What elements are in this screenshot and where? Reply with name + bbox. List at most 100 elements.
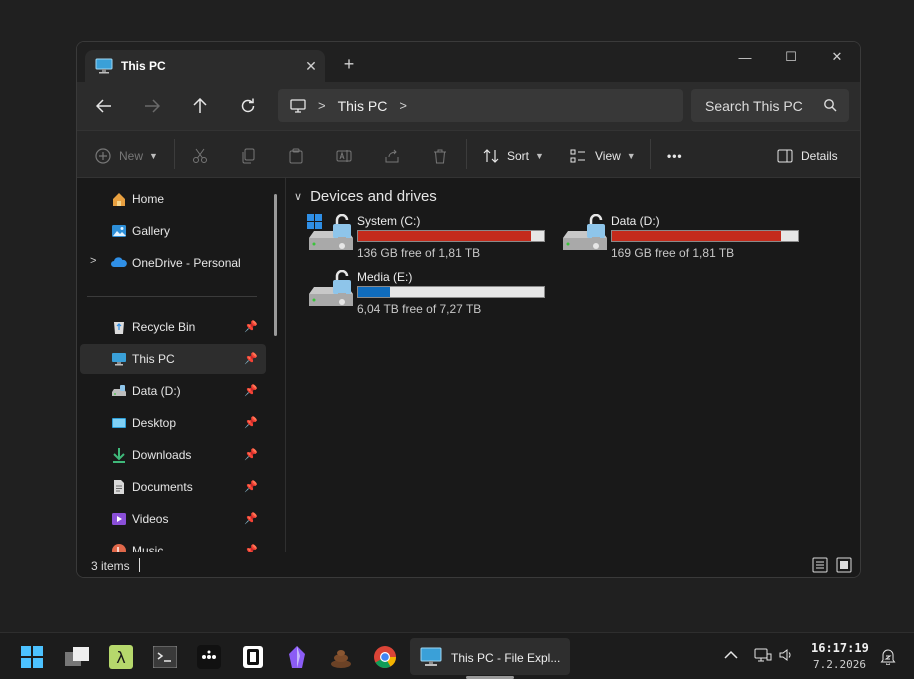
sidebar-item-gallery[interactable]: Gallery bbox=[80, 216, 266, 246]
chevron-down-icon: ∨ bbox=[294, 191, 303, 203]
drive-tile-media-e[interactable]: Media (E:) 6,04 TB free of 7,27 TB bbox=[307, 270, 547, 320]
taskbar-app-notion[interactable] bbox=[241, 645, 265, 669]
active-app-label: This PC - File Expl... bbox=[451, 651, 561, 665]
new-button[interactable]: New ▼ bbox=[95, 145, 158, 167]
delete-button[interactable] bbox=[432, 145, 448, 167]
cut-button[interactable] bbox=[192, 145, 208, 167]
up-button[interactable] bbox=[188, 94, 212, 118]
tab-this-pc[interactable]: This PC ✕ bbox=[85, 50, 325, 82]
windows-logo-icon bbox=[21, 646, 43, 668]
taskbar-app-dots[interactable] bbox=[197, 645, 221, 669]
sidebar-item-home[interactable]: Home bbox=[80, 184, 266, 214]
drive-free-space: 136 GB free of 1,81 TB bbox=[357, 246, 481, 260]
pin-icon[interactable]: 📌 bbox=[244, 480, 258, 493]
taskbar-app-lambda[interactable]: λ bbox=[109, 645, 133, 669]
pin-icon[interactable]: 📌 bbox=[244, 448, 258, 461]
title-bar: This PC ✕ + — ☐ ✕ bbox=[77, 42, 860, 82]
sidebar-item-label: Gallery bbox=[132, 224, 171, 238]
pc-icon bbox=[95, 58, 113, 74]
pc-icon bbox=[112, 353, 126, 366]
search-icon bbox=[824, 99, 837, 112]
taskbar-app-poop[interactable] bbox=[329, 645, 353, 669]
share-icon bbox=[385, 149, 399, 163]
breadcrumb-this-pc[interactable]: This PC bbox=[338, 98, 388, 114]
pin-icon[interactable]: 📌 bbox=[244, 512, 258, 525]
sidebar-item-label: Data (D:) bbox=[132, 384, 181, 398]
rename-button[interactable] bbox=[336, 145, 352, 167]
taskbar-app-terminal[interactable] bbox=[153, 645, 177, 669]
pin-icon[interactable]: 📌 bbox=[244, 544, 258, 552]
sidebar-scrollbar[interactable] bbox=[274, 194, 277, 336]
taskbar-app-chrome[interactable] bbox=[373, 645, 397, 669]
forward-button[interactable] bbox=[140, 94, 164, 118]
new-tab-button[interactable]: + bbox=[339, 54, 359, 75]
drive-tile-data-d[interactable]: Data (D:) 169 GB free of 1,81 TB bbox=[561, 214, 801, 264]
poop-emoji-icon bbox=[331, 650, 351, 668]
more-options-button[interactable]: ••• bbox=[667, 145, 683, 167]
sidebar-item-desktop[interactable]: Desktop 📌 bbox=[80, 408, 266, 438]
paste-button[interactable] bbox=[288, 145, 304, 167]
sidebar-item-onedrive[interactable]: > OneDrive - Personal bbox=[80, 248, 266, 278]
address-bar[interactable]: > This PC > bbox=[278, 89, 683, 122]
music-icon bbox=[112, 544, 126, 552]
close-button[interactable]: ✕ bbox=[814, 42, 860, 72]
chevron-right-icon[interactable]: > bbox=[90, 255, 96, 267]
drive-tile-system-c[interactable]: System (C:) 136 GB free of 1,81 TB bbox=[307, 214, 547, 264]
notifications-button[interactable] bbox=[880, 647, 896, 668]
pin-icon[interactable]: 📌 bbox=[244, 320, 258, 333]
sidebar-item-label: Desktop bbox=[132, 416, 177, 430]
taskbar-app-obsidian[interactable] bbox=[285, 645, 309, 669]
view-button[interactable]: View ▼ bbox=[570, 145, 636, 167]
sidebar-item-label: Downloads bbox=[132, 448, 192, 462]
share-button[interactable] bbox=[384, 145, 400, 167]
dots-app-icon bbox=[197, 645, 221, 669]
command-bar: New ▼ Sort ▼ View ▼ ••• Details bbox=[77, 130, 860, 178]
content-area: ∨ Devices and drives System (C:) 136 GB … bbox=[286, 178, 860, 552]
volume-icon[interactable] bbox=[778, 647, 794, 666]
search-placeholder: Search This PC bbox=[705, 97, 803, 114]
windows-drive-icon bbox=[307, 214, 353, 250]
plus-circle-icon bbox=[95, 148, 111, 164]
scissors-icon bbox=[193, 148, 207, 163]
pin-icon[interactable]: 📌 bbox=[244, 384, 258, 397]
tiles-view-icon[interactable] bbox=[836, 557, 852, 573]
tab-close-button[interactable]: ✕ bbox=[297, 58, 325, 75]
details-pane-button[interactable]: Details bbox=[777, 145, 838, 167]
details-label: Details bbox=[801, 149, 838, 163]
drive-free-space: 6,04 TB free of 7,27 TB bbox=[357, 302, 482, 316]
tab-title: This PC bbox=[121, 59, 166, 73]
group-header-devices[interactable]: ∨ Devices and drives bbox=[294, 188, 437, 205]
sidebar-item-downloads[interactable]: Downloads 📌 bbox=[80, 440, 266, 470]
details-view-icon[interactable] bbox=[812, 557, 828, 573]
minimize-button[interactable]: — bbox=[722, 42, 768, 72]
sidebar-item-documents[interactable]: Documents 📌 bbox=[80, 472, 266, 502]
maximize-button[interactable]: ☐ bbox=[768, 42, 814, 72]
copy-button[interactable] bbox=[240, 145, 256, 167]
sidebar-item-music[interactable]: Music 📌 bbox=[80, 536, 266, 552]
breadcrumb-chevron-icon[interactable]: > bbox=[399, 98, 407, 113]
clock-time[interactable]: 16:17:19 bbox=[811, 641, 869, 655]
sidebar-item-this-pc[interactable]: This PC 📌 bbox=[80, 344, 266, 374]
taskbar-app-file-explorer[interactable]: This PC - File Expl... bbox=[410, 638, 570, 675]
pin-icon[interactable]: 📌 bbox=[244, 416, 258, 429]
sidebar-item-videos[interactable]: Videos 📌 bbox=[80, 504, 266, 534]
search-box[interactable]: Search This PC bbox=[691, 89, 849, 122]
navigation-pane: Home Gallery > OneDrive - Personal Recyc… bbox=[77, 178, 275, 552]
refresh-icon bbox=[241, 98, 255, 113]
clock-date[interactable]: 7.2.2026 bbox=[813, 658, 866, 671]
refresh-button[interactable] bbox=[236, 94, 260, 118]
pin-icon[interactable]: 📌 bbox=[244, 352, 258, 365]
tray-overflow-chevron-icon[interactable] bbox=[724, 648, 738, 663]
details-pane-icon bbox=[777, 149, 793, 163]
chevron-down-icon: ▼ bbox=[149, 151, 158, 161]
sidebar-item-data-d[interactable]: Data (D:) 📌 bbox=[80, 376, 266, 406]
start-button[interactable] bbox=[20, 645, 44, 669]
sidebar-item-label: Documents bbox=[132, 480, 193, 494]
task-view-button[interactable] bbox=[65, 645, 89, 669]
new-label: New bbox=[119, 149, 144, 163]
sidebar-item-recycle-bin[interactable]: Recycle Bin 📌 bbox=[80, 312, 266, 342]
svg-text:λ: λ bbox=[116, 648, 125, 667]
back-button[interactable] bbox=[92, 94, 116, 118]
sort-button[interactable]: Sort ▼ bbox=[483, 145, 544, 167]
network-icon[interactable] bbox=[754, 647, 772, 666]
